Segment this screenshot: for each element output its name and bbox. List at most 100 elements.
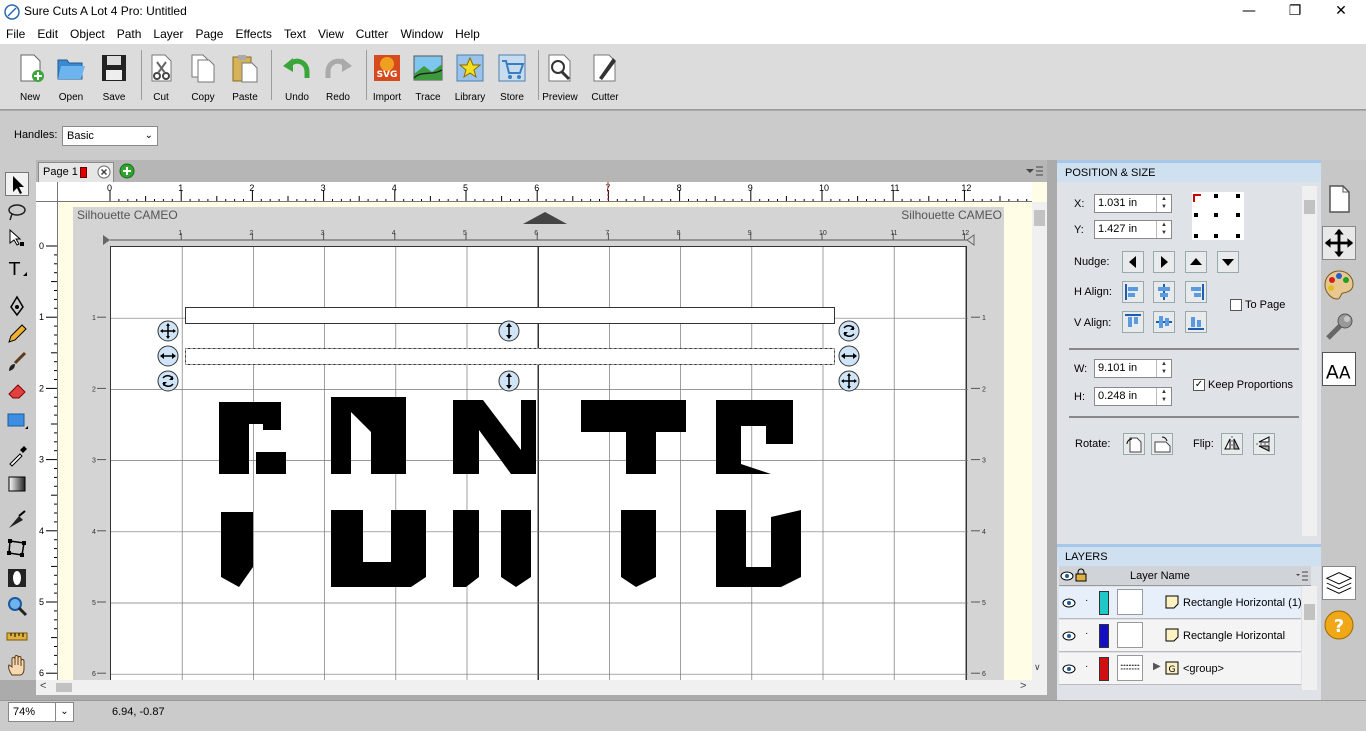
layers-scrollbar[interactable] <box>1302 586 1317 690</box>
menu-page[interactable]: Page <box>189 24 229 44</box>
pencil-tool[interactable] <box>5 322 29 346</box>
position-panel-scrollbar[interactable] <box>1302 186 1317 536</box>
menu-cutter[interactable]: Cutter <box>350 24 395 44</box>
transform-tool[interactable] <box>5 536 29 560</box>
stretch-horizontal-handle-icon[interactable] <box>838 345 860 367</box>
spin-arrows-icon[interactable]: ▲ ▼ <box>1156 195 1171 212</box>
pan-tool[interactable] <box>5 654 29 678</box>
layers-panel-icon[interactable] <box>1322 566 1356 600</box>
layer-row[interactable]: · ▶ G <group> <box>1059 653 1301 685</box>
lock-toggle[interactable]: · <box>1085 628 1088 639</box>
store-button[interactable]: Store <box>490 50 534 106</box>
align-middle-v-button[interactable] <box>1153 311 1175 333</box>
align-center-h-button[interactable] <box>1153 281 1175 303</box>
keep-proportions-checkbox[interactable]: ✓ <box>1193 379 1205 391</box>
cut-area[interactable] <box>110 246 968 681</box>
position-panel-icon[interactable] <box>1322 226 1356 260</box>
align-right-button[interactable] <box>1185 281 1207 303</box>
help-icon[interactable]: ? <box>1322 608 1356 642</box>
zoom-dropdown[interactable]: 74% ⌄ <box>8 702 74 722</box>
tab-menu-icon[interactable] <box>1024 164 1044 178</box>
gradient-tool[interactable] <box>5 472 29 496</box>
text-panel-icon[interactable]: AA <box>1322 352 1356 386</box>
scroll-right-icon[interactable]: > <box>1020 680 1026 692</box>
move-handle-icon[interactable] <box>157 320 179 342</box>
font-artwork-group[interactable] <box>211 392 821 592</box>
nudge-right-button[interactable] <box>1153 251 1175 273</box>
nudge-left-button[interactable] <box>1122 251 1144 273</box>
canvas-vertical-scrollbar[interactable]: ∨ <box>1032 202 1047 680</box>
layers-menu-icon[interactable] <box>1295 570 1309 582</box>
text-tool[interactable]: T <box>5 256 29 280</box>
menu-window[interactable]: Window <box>394 24 449 44</box>
close-button[interactable]: ✕ <box>1318 0 1364 24</box>
canvas-horizontal-scrollbar[interactable]: < > <box>36 680 1047 695</box>
spin-arrows-icon[interactable]: ▲ ▼ <box>1156 221 1171 238</box>
brush-tool[interactable] <box>5 350 29 374</box>
align-top-button[interactable] <box>1122 311 1144 333</box>
layer-color-swatch[interactable] <box>1099 591 1109 615</box>
flip-horizontal-button[interactable] <box>1221 433 1243 455</box>
nudge-up-button[interactable] <box>1185 251 1207 273</box>
scroll-left-icon[interactable]: < <box>40 680 46 692</box>
layer-row[interactable]: · Rectangle Horizontal <box>1059 620 1301 652</box>
rotate-handle-icon[interactable] <box>838 320 860 342</box>
preview-button[interactable]: Preview <box>538 50 582 106</box>
eraser-tool[interactable] <box>5 378 29 402</box>
zoom-tool[interactable] <box>5 594 29 618</box>
menu-view[interactable]: View <box>312 24 350 44</box>
spin-arrows-icon[interactable]: ▲ ▼ <box>1156 388 1171 405</box>
x-input[interactable]: 1.031 in ▲ ▼ <box>1094 194 1172 213</box>
maximize-button[interactable]: ❐ <box>1272 0 1318 24</box>
minimize-button[interactable]: — <box>1226 0 1272 24</box>
shape-tool[interactable] <box>5 408 29 432</box>
anchor-point-grid[interactable] <box>1192 192 1244 240</box>
redo-button[interactable]: Redo <box>316 50 360 106</box>
height-input[interactable]: 0.248 in ▲ ▼ <box>1094 387 1172 406</box>
menu-object[interactable]: Object <box>64 24 111 44</box>
menu-edit[interactable]: Edit <box>31 24 64 44</box>
scroll-thumb[interactable] <box>1034 210 1045 226</box>
align-left-button[interactable] <box>1122 281 1144 303</box>
eye-icon[interactable] <box>1060 569 1074 583</box>
wrench-settings-icon[interactable] <box>1322 310 1356 344</box>
stretch-vertical-handle-icon[interactable] <box>498 370 520 392</box>
menu-help[interactable]: Help <box>449 24 486 44</box>
rotate-right-button[interactable] <box>1151 433 1173 455</box>
scroll-down-icon[interactable]: ∨ <box>1034 662 1041 673</box>
layer-row[interactable]: · Rectangle Horizontal (1) <box>1059 587 1302 619</box>
menu-layer[interactable]: Layer <box>147 24 189 44</box>
pen-tool[interactable] <box>5 294 29 318</box>
flip-vertical-button[interactable] <box>1253 433 1275 455</box>
width-input[interactable]: 9.101 in ▲ ▼ <box>1094 359 1172 378</box>
menu-text[interactable]: Text <box>278 24 312 44</box>
select-tool[interactable] <box>5 172 29 196</box>
nudge-down-button[interactable] <box>1217 251 1239 273</box>
layer-color-swatch[interactable] <box>1099 657 1109 681</box>
eye-icon[interactable] <box>1062 663 1076 675</box>
spin-arrows-icon[interactable]: ▲ ▼ <box>1156 360 1171 377</box>
weld-tool[interactable] <box>5 566 29 590</box>
rotate-left-button[interactable] <box>1123 433 1145 455</box>
document-panel-icon[interactable] <box>1322 182 1356 216</box>
align-bottom-button[interactable] <box>1185 311 1207 333</box>
node-tool[interactable] <box>5 226 29 250</box>
tab-page-1[interactable]: Page 1 <box>38 162 114 182</box>
lock-icon[interactable] <box>1075 568 1087 582</box>
paste-button[interactable]: Paste <box>223 50 267 106</box>
stretch-vertical-handle-icon[interactable] <box>498 320 520 342</box>
stretch-horizontal-handle-icon[interactable] <box>157 345 179 367</box>
scroll-thumb[interactable] <box>1304 200 1315 214</box>
y-input[interactable]: 1.427 in ▲ ▼ <box>1094 220 1172 239</box>
scale-handle-icon[interactable] <box>838 370 860 392</box>
cutter-button[interactable]: Cutter <box>583 50 627 106</box>
lock-toggle[interactable]: · <box>1085 661 1088 672</box>
menu-path[interactable]: Path <box>111 24 148 44</box>
menu-effects[interactable]: Effects <box>229 24 277 44</box>
add-page-icon[interactable] <box>119 163 135 179</box>
handles-dropdown[interactable]: Basic ⌄ <box>62 126 158 146</box>
rotate-handle-icon[interactable] <box>157 370 179 392</box>
eye-icon[interactable] <box>1062 630 1076 642</box>
close-tab-icon[interactable] <box>97 165 111 179</box>
knife-tool[interactable] <box>5 508 29 532</box>
